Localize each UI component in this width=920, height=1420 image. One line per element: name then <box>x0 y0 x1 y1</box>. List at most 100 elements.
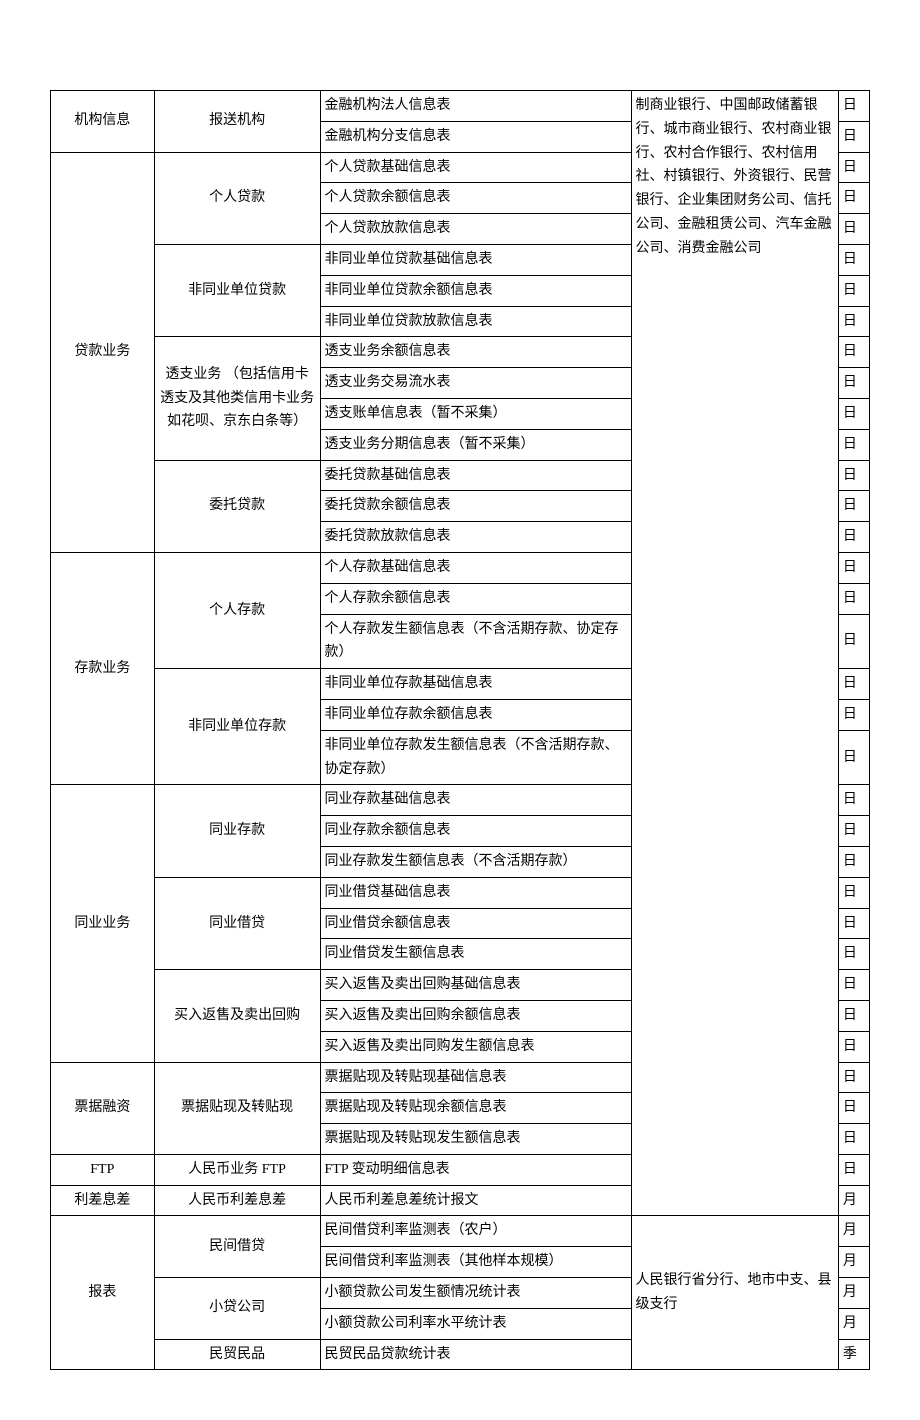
item-cell: 买入返售及卖出回购余额信息表 <box>320 1000 631 1031</box>
item-cell: 小额贷款公司利率水平统计表 <box>320 1308 631 1339</box>
item-cell: 透支账单信息表（暂不采集） <box>320 398 631 429</box>
frequency-cell: 日 <box>838 121 869 152</box>
item-cell: 买入返售及卖出回购基础信息表 <box>320 970 631 1001</box>
frequency-cell: 日 <box>838 1093 869 1124</box>
frequency-cell: 日 <box>838 337 869 368</box>
subcategory-cell: 委托贷款 <box>154 460 320 552</box>
item-cell: 透支业务交易流水表 <box>320 368 631 399</box>
frequency-cell: 月 <box>838 1185 869 1216</box>
category-cell: 贷款业务 <box>51 152 155 552</box>
frequency-cell: 日 <box>838 846 869 877</box>
item-cell: 非同业单位贷款余额信息表 <box>320 275 631 306</box>
item-cell: 金融机构法人信息表 <box>320 91 631 122</box>
subcategory-cell: 票据贴现及转贴现 <box>154 1062 320 1154</box>
frequency-cell: 日 <box>838 699 869 730</box>
frequency-cell: 日 <box>838 1000 869 1031</box>
frequency-cell: 日 <box>838 306 869 337</box>
item-cell: 透支业务分期信息表（暂不采集） <box>320 429 631 460</box>
frequency-cell: 日 <box>838 398 869 429</box>
category-cell: 报表 <box>51 1216 155 1370</box>
institution-cell: 人民银行省分行、地市中支、县级支行 <box>631 1216 838 1370</box>
frequency-cell: 月 <box>838 1216 869 1247</box>
item-cell: 金融机构分支信息表 <box>320 121 631 152</box>
subcategory-cell: 人民币业务 FTP <box>154 1154 320 1185</box>
subcategory-cell: 民贸民品 <box>154 1339 320 1370</box>
frequency-cell: 日 <box>838 1154 869 1185</box>
item-cell: 委托贷款余额信息表 <box>320 491 631 522</box>
frequency-cell: 日 <box>838 730 869 785</box>
subcategory-cell: 买入返售及卖出回购 <box>154 970 320 1062</box>
frequency-cell: 日 <box>838 183 869 214</box>
frequency-cell: 日 <box>838 877 869 908</box>
frequency-cell: 日 <box>838 460 869 491</box>
frequency-cell: 日 <box>838 1031 869 1062</box>
frequency-cell: 季 <box>838 1339 869 1370</box>
frequency-cell: 日 <box>838 491 869 522</box>
category-cell: 利差息差 <box>51 1185 155 1216</box>
item-cell: 民间借贷利率监测表（其他样本规模） <box>320 1247 631 1278</box>
frequency-cell: 日 <box>838 152 869 183</box>
frequency-cell: 日 <box>838 552 869 583</box>
item-cell: 非同业单位存款余额信息表 <box>320 699 631 730</box>
subcategory-cell: 报送机构 <box>154 91 320 153</box>
frequency-cell: 日 <box>838 244 869 275</box>
item-cell: 非同业单位存款发生额信息表（不含活期存款、协定存款） <box>320 730 631 785</box>
item-cell: 非同业单位贷款放款信息表 <box>320 306 631 337</box>
item-cell: 委托贷款放款信息表 <box>320 522 631 553</box>
category-cell: 票据融资 <box>51 1062 155 1154</box>
frequency-cell: 日 <box>838 785 869 816</box>
item-cell: 个人贷款放款信息表 <box>320 214 631 245</box>
item-cell: 民间借贷利率监测表（农户） <box>320 1216 631 1247</box>
category-cell: FTP <box>51 1154 155 1185</box>
frequency-cell: 日 <box>838 970 869 1001</box>
item-cell: 同业存款余额信息表 <box>320 816 631 847</box>
frequency-cell: 日 <box>838 1124 869 1155</box>
frequency-cell: 日 <box>838 614 869 669</box>
subcategory-cell: 民间借贷 <box>154 1216 320 1278</box>
item-cell: 委托贷款基础信息表 <box>320 460 631 491</box>
institution-cell: 制商业银行、中国邮政储蓄银行、城市商业银行、农村商业银行、农村合作银行、农村信用… <box>631 91 838 1216</box>
item-cell: 同业借贷发生额信息表 <box>320 939 631 970</box>
category-cell: 存款业务 <box>51 552 155 784</box>
frequency-cell: 日 <box>838 368 869 399</box>
frequency-cell: 月 <box>838 1247 869 1278</box>
item-cell: 票据贴现及转贴现发生额信息表 <box>320 1124 631 1155</box>
frequency-cell: 日 <box>838 816 869 847</box>
subcategory-cell: 透支业务 （包括信用卡透支及其他类信用卡业务如花呗、京东白条等） <box>154 337 320 460</box>
item-cell: 非同业单位贷款基础信息表 <box>320 244 631 275</box>
frequency-cell: 日 <box>838 275 869 306</box>
item-cell: 同业存款基础信息表 <box>320 785 631 816</box>
frequency-cell: 日 <box>838 908 869 939</box>
item-cell: 民贸民品贷款统计表 <box>320 1339 631 1370</box>
subcategory-cell: 同业存款 <box>154 785 320 877</box>
data-table: 机构信息报送机构金融机构法人信息表制商业银行、中国邮政储蓄银行、城市商业银行、农… <box>50 90 870 1370</box>
frequency-cell: 日 <box>838 1062 869 1093</box>
frequency-cell: 日 <box>838 522 869 553</box>
item-cell: 个人贷款余额信息表 <box>320 183 631 214</box>
subcategory-cell: 同业借贷 <box>154 877 320 969</box>
frequency-cell: 月 <box>838 1278 869 1309</box>
item-cell: 个人存款余额信息表 <box>320 583 631 614</box>
item-cell: 个人存款基础信息表 <box>320 552 631 583</box>
subcategory-cell: 非同业单位贷款 <box>154 244 320 336</box>
frequency-cell: 日 <box>838 91 869 122</box>
item-cell: 同业存款发生额信息表（不含活期存款） <box>320 846 631 877</box>
frequency-cell: 日 <box>838 429 869 460</box>
item-cell: 票据贴现及转贴现余额信息表 <box>320 1093 631 1124</box>
frequency-cell: 日 <box>838 939 869 970</box>
frequency-cell: 日 <box>838 214 869 245</box>
item-cell: 个人存款发生额信息表（不含活期存款、协定存款） <box>320 614 631 669</box>
item-cell: FTP 变动明细信息表 <box>320 1154 631 1185</box>
item-cell: 同业借贷余额信息表 <box>320 908 631 939</box>
subcategory-cell: 人民币利差息差 <box>154 1185 320 1216</box>
item-cell: 票据贴现及转贴现基础信息表 <box>320 1062 631 1093</box>
table-row: 报表民间借贷民间借贷利率监测表（农户）人民银行省分行、地市中支、县级支行月 <box>51 1216 870 1247</box>
frequency-cell: 日 <box>838 669 869 700</box>
table-row: 机构信息报送机构金融机构法人信息表制商业银行、中国邮政储蓄银行、城市商业银行、农… <box>51 91 870 122</box>
item-cell: 小额贷款公司发生额情况统计表 <box>320 1278 631 1309</box>
subcategory-cell: 个人存款 <box>154 552 320 668</box>
subcategory-cell: 个人贷款 <box>154 152 320 244</box>
item-cell: 买入返售及卖出同购发生额信息表 <box>320 1031 631 1062</box>
category-cell: 同业业务 <box>51 785 155 1062</box>
subcategory-cell: 小贷公司 <box>154 1278 320 1340</box>
